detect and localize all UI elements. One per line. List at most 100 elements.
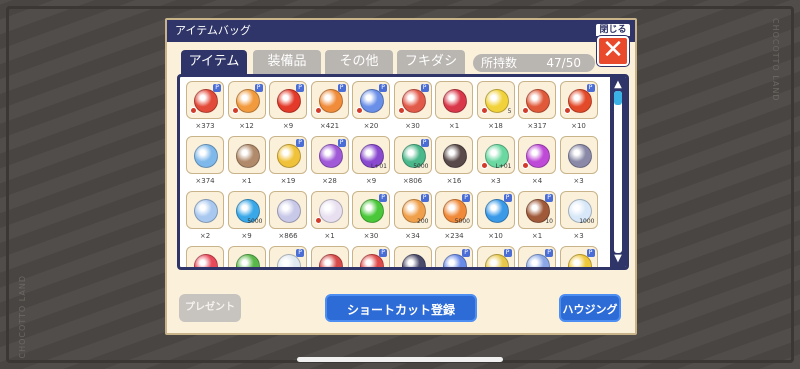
item-slot[interactable]: P	[269, 81, 307, 119]
item-slot[interactable]: P	[559, 246, 598, 267]
blue-drop-icon	[484, 199, 509, 223]
item-slot[interactable]	[227, 246, 266, 267]
item-slot[interactable]: L+01	[476, 136, 515, 174]
white-cat-icon	[318, 199, 343, 223]
badge-icon: P	[213, 84, 221, 92]
scroll-track[interactable]	[614, 91, 622, 253]
badge-icon: P	[503, 249, 512, 257]
item-slot[interactable]	[310, 246, 349, 267]
badge-icon: P	[337, 84, 346, 92]
item-slot[interactable]: P	[518, 246, 556, 267]
red-potion-icon	[194, 89, 218, 113]
item-inner-label: 1000	[579, 218, 595, 225]
tab-speech-bubbles[interactable]: フキダシ	[397, 50, 465, 74]
close-icon[interactable]: ✕	[602, 35, 624, 65]
item-quantity: ×421	[319, 122, 340, 130]
item-slot[interactable]: P	[227, 81, 266, 119]
item-slot[interactable]	[186, 246, 224, 267]
item-slot[interactable]: P	[476, 191, 515, 229]
watermark-left: CHOCOTTO LAND	[18, 275, 27, 359]
tab-other[interactable]: その他	[325, 50, 393, 74]
item-quantity: ×3	[573, 177, 584, 185]
item-slot[interactable]: P	[435, 246, 473, 267]
item-slot[interactable]: P	[559, 81, 598, 119]
item-quantity: ×1	[324, 232, 335, 240]
item-inner-label: 200	[417, 218, 429, 225]
purple-orb-icon	[318, 144, 343, 168]
item-slot[interactable]	[559, 136, 598, 174]
item-quantity: ×866	[278, 232, 298, 240]
item-slot[interactable]: 5000	[227, 191, 266, 229]
item-slot[interactable]: P	[476, 246, 515, 267]
item-inner-label: 10	[545, 218, 553, 225]
close-button[interactable]: ✕	[597, 36, 629, 66]
badge-icon: P	[586, 249, 595, 257]
item-inner-label: L+01	[495, 163, 512, 170]
present-button[interactable]: プレゼント	[179, 294, 241, 322]
tab-items[interactable]: アイテム	[181, 50, 247, 74]
blue-crystal-icon	[194, 144, 218, 168]
scroll-down-arrow-icon[interactable]: ▼	[611, 253, 625, 265]
item-quantity: ×3	[490, 177, 501, 185]
item-slot[interactable]	[186, 191, 224, 229]
badge-icon: P	[296, 139, 304, 147]
item-quantity: ×18	[488, 122, 503, 130]
badge-icon: P	[337, 139, 346, 147]
scroll-up-arrow-icon[interactable]: ▲	[611, 79, 625, 91]
item-slot[interactable]: P	[186, 81, 224, 119]
item-slot[interactable]: P 5000	[435, 191, 473, 229]
item-quantity: ×3	[573, 232, 584, 240]
item-slot[interactable]	[186, 136, 224, 174]
item-slot[interactable]	[435, 81, 473, 119]
housing-button[interactable]: ハウジング	[559, 294, 621, 322]
badge-icon: P	[420, 139, 429, 147]
item-quantity: ×234	[444, 232, 464, 240]
item-quantity: ×16	[446, 177, 462, 185]
item-slot[interactable]: 5	[476, 81, 515, 119]
item-slot[interactable]: P	[269, 246, 307, 267]
item-slot[interactable]: P 5000	[393, 136, 432, 174]
blue-star-potion-icon	[360, 89, 384, 113]
minus-marker-icon	[231, 107, 239, 114]
scroll-thumb[interactable]	[614, 91, 622, 105]
tab-equipment[interactable]: 装備品	[253, 50, 321, 74]
item-slot[interactable]	[227, 136, 266, 174]
hammer-icon	[235, 144, 260, 168]
item-slot[interactable]	[393, 246, 432, 267]
red-bottle-icon	[526, 89, 550, 113]
item-slot[interactable]	[518, 136, 556, 174]
close-control[interactable]: 閉じる ✕	[595, 23, 631, 67]
item-slot[interactable]: P 200	[393, 191, 432, 229]
item-inner-label: 5000	[413, 163, 429, 170]
minus-marker-icon	[563, 107, 571, 114]
badge-icon: P	[379, 249, 387, 257]
minus-marker-icon	[480, 107, 488, 114]
item-slot[interactable]: P	[393, 81, 432, 119]
item-slot[interactable]: 1000	[559, 191, 598, 229]
item-grid: P ×373 P ×12 P ×9 P ×421 P ×20 P ×30 ×1 5 ×18 ×317 P ×10 ×…	[177, 74, 629, 270]
item-slot[interactable]: P	[352, 81, 390, 119]
item-slot[interactable]: L+01	[352, 136, 390, 174]
item-inner-label: 5	[507, 108, 512, 115]
item-slot[interactable]: P	[352, 191, 390, 229]
item-slot[interactable]	[310, 191, 349, 229]
badge-icon: P	[503, 194, 512, 202]
item-slot[interactable]	[269, 191, 307, 229]
item-slot[interactable]: P 10	[518, 191, 556, 229]
item-slot[interactable]: P	[310, 136, 349, 174]
scrollbar[interactable]: ▲ ▼	[610, 77, 626, 267]
badge-icon: P	[545, 249, 553, 257]
shortcut-register-button[interactable]: ショートカット登録	[325, 294, 477, 322]
watermark-right: CHOCOTTO LAND	[771, 18, 780, 102]
item-slot[interactable]: P	[310, 81, 349, 119]
item-quantity: ×1	[448, 122, 460, 130]
minus-marker-icon	[314, 107, 322, 114]
item-quantity: ×1	[241, 177, 252, 185]
item-slot[interactable]	[435, 136, 473, 174]
capacity-label: 所持数	[481, 56, 518, 70]
red-orb-icon	[277, 89, 301, 113]
item-slot[interactable]: P	[269, 136, 307, 174]
item-quantity: ×10	[488, 232, 503, 240]
item-slot[interactable]: P	[352, 246, 390, 267]
item-slot[interactable]	[518, 81, 556, 119]
